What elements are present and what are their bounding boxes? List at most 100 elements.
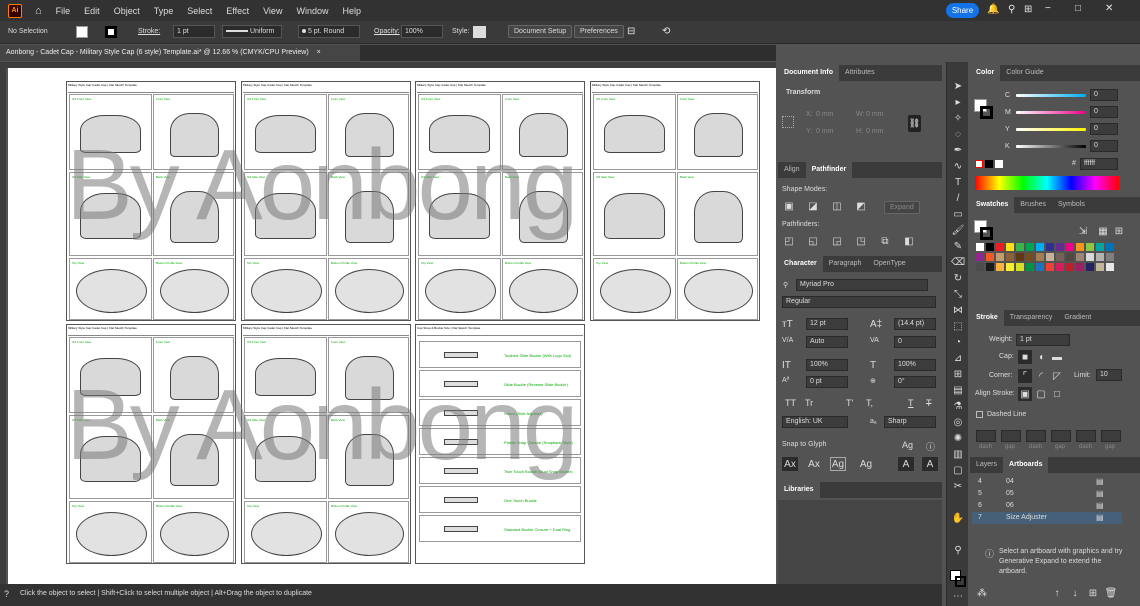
swatch-color[interactable] [1026, 263, 1034, 271]
swatch-color[interactable] [996, 253, 1004, 261]
swatch-color[interactable] [1106, 253, 1114, 261]
eraser-tool-icon[interactable]: ⌫ [951, 256, 965, 270]
projecting-cap-icon[interactable]: ▬ [1050, 350, 1064, 364]
swatch-color[interactable] [1096, 253, 1104, 261]
snap-info-icon[interactable]: ⓘ [926, 440, 935, 453]
miter-join-icon[interactable]: ⌜ [1018, 369, 1032, 383]
tab-swatches[interactable]: Swatches [970, 197, 1015, 213]
none-swatch[interactable] [975, 160, 983, 168]
font-search-icon[interactable]: ⚲ [783, 281, 788, 289]
butt-cap-icon[interactable]: ■ [1018, 350, 1032, 364]
kerning-field[interactable]: Auto [806, 336, 848, 348]
slice-tool-icon[interactable]: ✂ [951, 480, 965, 494]
share-button[interactable]: Share [946, 3, 979, 18]
stroke-label[interactable]: Stroke: [138, 28, 160, 35]
document-setup-button[interactable]: Document Setup [508, 25, 573, 38]
color-spectrum[interactable] [975, 176, 1119, 190]
artboard-row[interactable]: 6 06 ▤ [972, 500, 1122, 512]
reference-point-icon[interactable] [782, 116, 794, 128]
transform-title[interactable]: Transform [786, 89, 820, 96]
y-value[interactable]: 0 [1090, 123, 1118, 135]
intersect-icon[interactable]: ◫ [830, 199, 844, 213]
tab-attributes[interactable]: Attributes [839, 65, 881, 81]
selection-tool-icon[interactable]: ➤ [951, 80, 965, 94]
swatch-color[interactable] [976, 263, 984, 271]
brush-select[interactable]: 5 pt. Round [298, 25, 360, 38]
swatch-color[interactable] [976, 243, 984, 251]
swatch-color[interactable] [1086, 263, 1094, 271]
menu-object[interactable]: Object [107, 6, 147, 16]
snap-proximity-icon[interactable]: Ag [858, 457, 874, 471]
tracking-field[interactable]: 0 [894, 336, 936, 348]
swatch-color[interactable] [1006, 263, 1014, 271]
superscript-button[interactable]: T' [846, 398, 853, 408]
help-icon[interactable]: ? [4, 589, 9, 599]
preferences-button[interactable]: Preferences [574, 25, 624, 38]
vertical-scale-field[interactable]: 100% [806, 359, 848, 371]
close-icon[interactable]: ✕ [1105, 3, 1113, 14]
snap-xheight-icon[interactable]: Ax [806, 457, 822, 471]
tab-stroke[interactable]: Stroke [970, 310, 1004, 326]
swatch-color[interactable] [1096, 263, 1104, 271]
unite-icon[interactable]: ▣ [782, 199, 796, 213]
swatch-color[interactable] [1036, 243, 1044, 251]
swatch-thumb-view-icon[interactable]: ⊞ [1112, 224, 1126, 238]
horizontal-scale-field[interactable]: 100% [894, 359, 936, 371]
baseline-field[interactable]: 0 pt [806, 376, 848, 388]
leading-field[interactable]: (14.4 pt) [894, 318, 936, 330]
y-slider[interactable] [1016, 128, 1086, 131]
swatch-color[interactable] [1016, 263, 1024, 271]
stroke-swatch[interactable] [105, 26, 117, 38]
round-join-icon[interactable]: ◜ [1034, 369, 1048, 383]
shape-builder-tool-icon[interactable]: ◔ [951, 336, 965, 350]
underline-button[interactable]: T [908, 398, 914, 408]
gap-field-1[interactable] [1001, 430, 1021, 442]
c-value[interactable]: 0 [1090, 89, 1118, 101]
zoom-tool-icon[interactable]: ⚲ [951, 544, 965, 558]
swatch-color[interactable] [1056, 243, 1064, 251]
canvas[interactable]: Military Style Cap Cadet Cap | Flat Sket… [6, 68, 776, 584]
dash-field-3[interactable] [1076, 430, 1096, 442]
stroke-profile-select[interactable]: Uniform [222, 25, 282, 38]
swatch-color[interactable] [1096, 243, 1104, 251]
perspective-tool-icon[interactable]: ⊿ [951, 352, 965, 366]
swatch-color[interactable] [986, 253, 994, 261]
swatch-color[interactable] [986, 263, 994, 271]
stroke-weight-panel-field[interactable]: 1 pt [1016, 334, 1070, 346]
swatch-color[interactable] [1046, 253, 1054, 261]
line-tool-icon[interactable]: / [951, 192, 965, 206]
small-caps-button[interactable]: Tr [805, 398, 813, 408]
swatch-color[interactable] [1066, 253, 1074, 261]
swatch-color[interactable] [1086, 243, 1094, 251]
scale-tool-icon[interactable]: ⤡ [951, 288, 965, 302]
menu-view[interactable]: View [256, 6, 289, 16]
curvature-tool-icon[interactable]: ∿ [951, 160, 965, 174]
bevel-join-icon[interactable]: ◸ [1050, 369, 1064, 383]
swatch-color[interactable] [996, 243, 1004, 251]
constrain-proportions-icon[interactable]: ⛓ [908, 115, 921, 132]
y-value[interactable]: 0 mm [816, 128, 834, 135]
swatch-color[interactable] [1016, 253, 1024, 261]
snap-baseline-icon[interactable]: Ax [782, 457, 798, 471]
menu-edit[interactable]: Edit [77, 6, 107, 16]
m-value[interactable]: 0 [1090, 106, 1118, 118]
artboard-row[interactable]: 7 Size Adjuster ▤ [972, 512, 1122, 524]
tab-color-guide[interactable]: Color Guide [1000, 65, 1049, 81]
swatch-color[interactable] [1066, 243, 1074, 251]
swatch-color[interactable] [1106, 263, 1114, 271]
swatch-color[interactable] [1056, 253, 1064, 261]
dash-field-2[interactable] [1026, 430, 1046, 442]
trim-icon[interactable]: ◱ [806, 234, 820, 248]
type-tool-icon[interactable]: T [951, 176, 965, 190]
tab-symbols[interactable]: Symbols [1052, 197, 1091, 213]
swatch-grid-view-icon[interactable]: ▦ [1096, 224, 1110, 238]
m-slider[interactable] [1016, 111, 1086, 114]
rearrange-icon[interactable]: ⁂ [975, 586, 989, 600]
tab-gradient[interactable]: Gradient [1058, 310, 1097, 326]
black-swatch[interactable] [985, 160, 993, 168]
strikethrough-button[interactable]: T [926, 398, 932, 408]
font-style-select[interactable]: Regular [782, 296, 936, 308]
tab-paragraph[interactable]: Paragraph [823, 256, 868, 272]
c-slider[interactable] [1016, 94, 1086, 97]
menu-effect[interactable]: Effect [219, 6, 256, 16]
